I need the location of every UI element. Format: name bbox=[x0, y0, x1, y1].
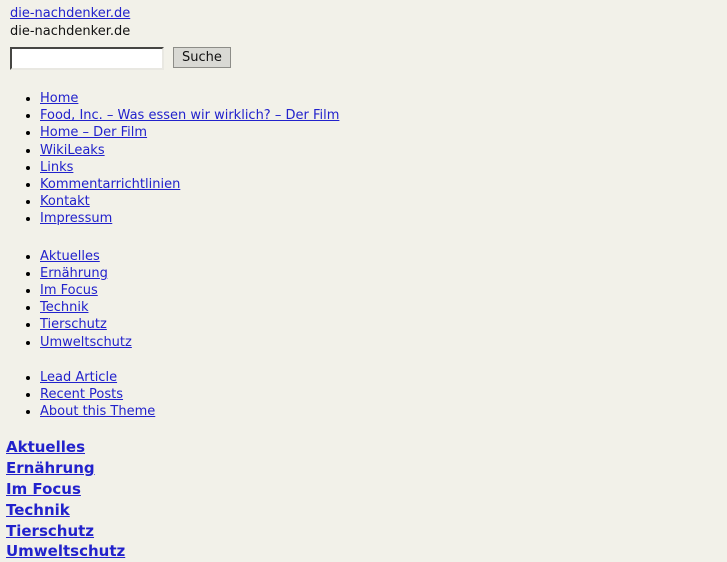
primary-nav-list: Home Food, Inc. – Was essen wir wirklich… bbox=[0, 90, 727, 228]
section-heading-im-focus[interactable]: Im Focus bbox=[6, 479, 81, 500]
meta-link-recent-posts[interactable]: Recent Posts bbox=[40, 387, 123, 402]
list-item[interactable]: Home bbox=[40, 90, 727, 107]
spacer-above-category-nav bbox=[0, 228, 727, 248]
nav-link-kontakt[interactable]: Kontakt bbox=[40, 194, 90, 209]
category-link-im-focus[interactable]: Im Focus bbox=[40, 283, 98, 298]
nav-link-home-der-film[interactable]: Home – Der Film bbox=[40, 125, 147, 140]
nav-link-impressum[interactable]: Impressum bbox=[40, 211, 112, 226]
search-submit-button[interactable]: Suche bbox=[173, 47, 231, 68]
page-root: die-nachdenker.de die-nachdenker.de Such… bbox=[0, 0, 727, 562]
nav-link-food-inc[interactable]: Food, Inc. – Was essen wir wirklich? – D… bbox=[40, 108, 339, 123]
list-item[interactable]: Ernährung bbox=[40, 265, 727, 282]
site-title-link[interactable]: die-nachdenker.de bbox=[0, 0, 130, 22]
list-item[interactable]: Im Focus bbox=[40, 282, 727, 299]
category-nav-list: Aktuelles Ernährung Im Focus Technik Tie… bbox=[0, 248, 727, 351]
list-item[interactable]: WikiLeaks bbox=[40, 142, 727, 159]
list-item[interactable]: About this Theme bbox=[40, 403, 727, 420]
section-headings-list: Aktuelles Ernährung Im Focus Technik Tie… bbox=[0, 437, 727, 562]
section-heading-aktuelles[interactable]: Aktuelles bbox=[6, 437, 85, 458]
list-item[interactable]: Aktuelles bbox=[40, 248, 727, 265]
section-heading-ernaehrung[interactable]: Ernährung bbox=[6, 458, 95, 479]
section-heading-technik[interactable]: Technik bbox=[6, 500, 70, 521]
list-item[interactable]: Umweltschutz bbox=[40, 334, 727, 351]
list-item[interactable]: Links bbox=[40, 159, 727, 176]
list-item[interactable]: Kontakt bbox=[40, 193, 727, 210]
nav-link-kommentarrichtlinien[interactable]: Kommentarrichtlinien bbox=[40, 177, 180, 192]
search-input[interactable] bbox=[10, 47, 164, 70]
list-item[interactable]: Food, Inc. – Was essen wir wirklich? – D… bbox=[40, 107, 727, 124]
nav-link-home[interactable]: Home bbox=[40, 91, 78, 106]
list-item[interactable]: Lead Article bbox=[40, 369, 727, 386]
meta-link-lead-article[interactable]: Lead Article bbox=[40, 370, 117, 385]
spacer-above-primary-nav bbox=[0, 70, 727, 90]
list-item[interactable]: Recent Posts bbox=[40, 386, 727, 403]
spacer-above-section-headings bbox=[0, 420, 727, 437]
nav-link-wikileaks[interactable]: WikiLeaks bbox=[40, 143, 105, 158]
list-item[interactable]: Tierschutz bbox=[40, 316, 727, 333]
category-link-umweltschutz[interactable]: Umweltschutz bbox=[40, 335, 132, 350]
list-item[interactable]: Impressum bbox=[40, 210, 727, 227]
search-form: Suche bbox=[0, 40, 727, 70]
category-link-technik[interactable]: Technik bbox=[40, 300, 89, 315]
category-link-ernaehrung[interactable]: Ernährung bbox=[40, 266, 108, 281]
section-heading-tierschutz[interactable]: Tierschutz bbox=[6, 521, 94, 542]
spacer-above-meta-nav bbox=[0, 351, 727, 369]
meta-nav-list: Lead Article Recent Posts About this The… bbox=[0, 369, 727, 421]
list-item[interactable]: Technik bbox=[40, 299, 727, 316]
category-link-aktuelles[interactable]: Aktuelles bbox=[40, 249, 100, 264]
category-link-tierschutz[interactable]: Tierschutz bbox=[40, 317, 107, 332]
meta-link-about-this-theme[interactable]: About this Theme bbox=[40, 404, 155, 419]
site-title-text: die-nachdenker.de bbox=[10, 24, 131, 39]
list-item[interactable]: Kommentarrichtlinien bbox=[40, 176, 727, 193]
list-item[interactable]: Home – Der Film bbox=[40, 124, 727, 141]
nav-link-links[interactable]: Links bbox=[40, 160, 73, 175]
